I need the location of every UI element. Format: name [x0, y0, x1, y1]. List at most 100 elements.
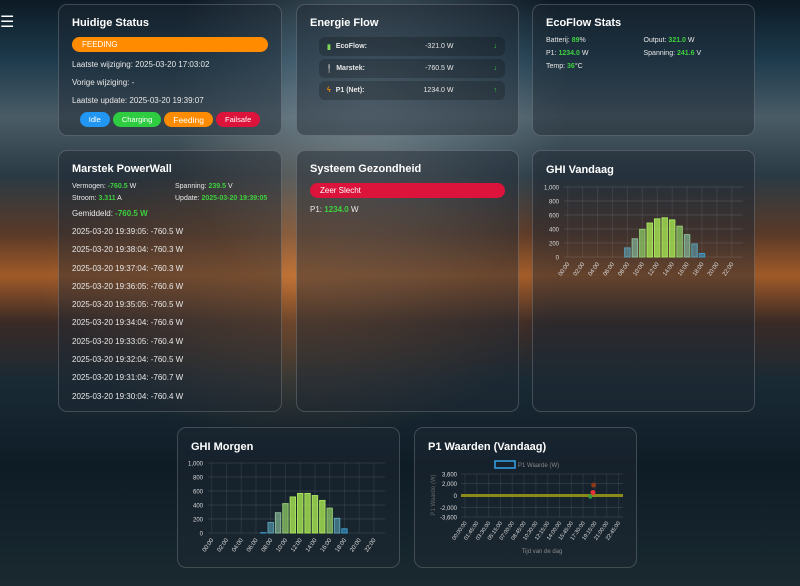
y-tick-label: 800	[549, 200, 560, 206]
y-tick-label: -3,600	[440, 516, 458, 522]
y-tick-label: 1,000	[188, 462, 204, 468]
card-title: Huidige Status	[72, 17, 150, 29]
battery-stat: Batterij: 89%	[546, 37, 586, 44]
flow-row-marstek: ╿ Marstek: -760.5 W ↓	[319, 59, 505, 78]
arrow-up-icon: ↑	[493, 87, 498, 94]
y-tick-label: 2,000	[442, 482, 458, 488]
card-title: P1 Waarden (Vandaag)	[428, 441, 547, 453]
arrow-down-icon: ↓	[493, 43, 498, 50]
y-tick-label: -2,000	[440, 506, 458, 512]
bar	[676, 225, 683, 258]
bar	[304, 492, 311, 534]
history-item: 2025-03-20 19:35:05: -760.5 W	[72, 300, 184, 310]
current-stat: Stroom: 3.311 A	[72, 195, 122, 202]
x-tick-label: 14:00	[305, 537, 319, 553]
bar	[282, 503, 289, 534]
legend-swatch	[494, 460, 516, 469]
y-tick-label: 600	[193, 490, 204, 496]
x-tick-label: 00:00	[558, 261, 572, 277]
flow-label: P1 (Net):	[335, 87, 365, 94]
average-stat: Gemiddeld: -760.5 W	[72, 209, 148, 218]
chip-failsafe[interactable]: Failsafe	[215, 112, 261, 127]
marstek-card: Marstek PowerWall Vermogen: -760.5 W Spa…	[58, 150, 282, 412]
history-item: 2025-03-20 19:39:05: -760.5 W	[72, 227, 184, 236]
x-tick-label: 08:00	[261, 537, 275, 553]
ecoflow-stats-card: EcoFlow Stats Batterij: 89% Output: 321.…	[532, 4, 755, 136]
temp-stat: Temp: 36°C	[546, 63, 583, 70]
legend-label: P1 Waarde (W)	[518, 463, 559, 469]
flow-label: Marstek:	[336, 65, 366, 72]
bar	[691, 243, 698, 258]
bar	[289, 496, 296, 534]
x-tick-label: 22:00	[364, 537, 378, 553]
x-tick-label: 10:00	[276, 537, 290, 553]
x-tick-label: 20:00	[707, 261, 721, 277]
card-title: Systeem Gezondheid	[310, 163, 422, 175]
ghi-tomorrow-card: GHI Morgen 1,000 800 600 400 200 0 00:00 02:00 0…	[177, 427, 400, 568]
flow-value: -321.0 W	[425, 43, 454, 50]
chip-idle[interactable]: Idle	[79, 112, 110, 127]
bar	[661, 217, 668, 258]
bar	[668, 219, 676, 258]
hamburger-icon[interactable]: ☰	[0, 12, 14, 32]
arrow-down-icon: ↓	[493, 65, 498, 72]
ghi-today-card: GHI Vandaag 1,000 800 600 400 200 0 00:00 02:00…	[532, 150, 755, 412]
voltage-stat: Spanning: 241.6 V	[643, 50, 702, 57]
x-tick-label: 20:00	[349, 537, 363, 553]
ghi-today-chart: 1,000 800 600 400 200 000:00 02:00 04:00 06:00 08…	[544, 186, 743, 277]
bar	[274, 512, 282, 534]
chip-charging[interactable]: Charging	[112, 112, 162, 127]
last-change: Laatste wijziging: 2025-03-20 17:03:02	[72, 60, 210, 69]
bar	[654, 218, 661, 258]
y-axis-title: P1 Waarde (W)	[431, 474, 437, 515]
x-tick-label: 04:00	[231, 537, 245, 553]
chip-feeding[interactable]: Feeding	[164, 112, 213, 127]
bar	[341, 528, 348, 534]
bar	[311, 495, 319, 534]
bar	[639, 228, 646, 258]
history-list: 2025-03-20 19:39:05: -760.5 W 2025-03-20 …	[72, 227, 268, 401]
x-tick-label: 18:00	[335, 537, 349, 553]
y-tick-label: 400	[193, 504, 204, 510]
x-tick-label: 14:00	[662, 261, 676, 277]
history-item: 2025-03-20 19:30:04: -760.4 W	[72, 391, 184, 401]
bar	[267, 522, 274, 534]
y-tick-label: 600	[549, 214, 560, 220]
health-badge: Zeer Slecht	[310, 183, 505, 198]
x-tick-label: 22:00	[722, 261, 736, 277]
bolt-icon: ϟ	[327, 87, 331, 94]
x-tick-label: 02:00	[217, 537, 231, 553]
x-tick-label: 12:00	[290, 537, 304, 553]
y-tick-label: 400	[549, 228, 560, 234]
system-health-card: Systeem Gezondheid Zeer Slecht P1: 1234.…	[296, 150, 519, 412]
y-tick-label: 200	[193, 518, 204, 524]
previous-change: Vorige wijziging: -	[72, 78, 135, 87]
x-tick-label: 06:00	[603, 261, 617, 277]
flow-value: 1234.0 W	[423, 87, 454, 94]
x-tick-label: 02:00	[573, 261, 587, 277]
flow-row-ecoflow: ▮ EcoFlow: -321.0 W ↓	[319, 37, 505, 56]
bar	[333, 517, 341, 534]
card-title: Marstek PowerWall	[72, 163, 172, 175]
flow-value: -760.5 W	[425, 65, 454, 72]
card-title: EcoFlow Stats	[546, 17, 622, 29]
data-point	[591, 482, 597, 488]
history-item: 2025-03-20 19:36:05: -760.6 W	[72, 281, 184, 291]
flow-row-p1: ϟ P1 (Net): 1234.0 W ↑	[319, 81, 505, 100]
x-tick-label: 12:00	[647, 261, 661, 277]
x-tick-label: 16:00	[677, 261, 691, 277]
battery-icon: ▮	[327, 43, 331, 51]
flow-label: EcoFlow:	[335, 43, 367, 50]
card-title: GHI Morgen	[191, 441, 254, 453]
x-tick-label: 16:00	[320, 537, 334, 553]
history-item: 2025-03-20 19:37:04: -760.3 W	[72, 263, 184, 273]
history-item: 2025-03-20 19:32:04: -760.5 W	[72, 355, 184, 365]
plug-icon: ╿	[327, 65, 332, 73]
status-card: Huidige Status FEEDING Laatste wijziging…	[58, 4, 282, 136]
y-tick-label: 0	[454, 494, 458, 500]
history-item: 2025-03-20 19:38:04: -760.3 W	[72, 245, 184, 255]
bar	[326, 507, 333, 534]
output-stat: Output: 321.0 W	[643, 37, 695, 44]
last-update: Laatste update: 2025-03-20 19:39:07	[72, 96, 204, 105]
p1-stat: P1: 1234.0 W	[310, 205, 359, 214]
